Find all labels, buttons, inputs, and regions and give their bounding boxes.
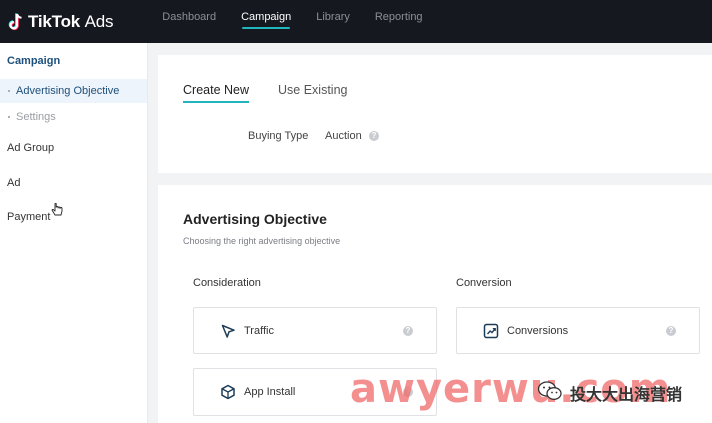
logo-text: TikTok Ads — [28, 12, 113, 32]
section-subtitle: Choosing the right advertising objective — [183, 236, 341, 246]
sidebar-item-payment[interactable]: Payment — [7, 211, 50, 223]
logo-brand: TikTok — [28, 11, 81, 31]
bullet-icon — [8, 90, 10, 92]
wechat-icon — [537, 381, 562, 400]
option-label: Traffic — [244, 325, 274, 337]
bullet-icon — [8, 116, 10, 118]
watermark-account-name: 投大大出海营销 — [570, 385, 683, 404]
objective-option-conversions[interactable]: Conversions ? — [456, 307, 700, 354]
nav-campaign[interactable]: Campaign — [241, 0, 291, 43]
sidebar-item-ad[interactable]: Ad — [7, 177, 20, 189]
main-nav: Dashboard Campaign Library Reporting — [162, 0, 447, 43]
nav-library[interactable]: Library — [316, 0, 350, 43]
group-label-consideration: Consideration — [193, 277, 261, 289]
nav-reporting[interactable]: Reporting — [375, 0, 423, 43]
section-title: Advertising Objective — [183, 211, 327, 227]
cursor-arrow-icon — [221, 324, 235, 338]
app-box-icon — [221, 384, 235, 400]
top-navbar: TikTok Ads Dashboard Campaign Library Re… — [0, 0, 712, 43]
nav-dashboard[interactable]: Dashboard — [162, 0, 216, 43]
sidebar-item-label: Advertising Objective — [16, 85, 120, 97]
tiktok-logo-icon — [8, 12, 22, 30]
sidebar-item-campaign[interactable]: Campaign — [0, 55, 60, 67]
buying-type-value: Auction — [325, 130, 362, 142]
option-label: Conversions — [507, 325, 569, 337]
chart-trend-icon — [483, 323, 499, 339]
help-icon[interactable]: ? — [369, 131, 379, 141]
tab-create-new[interactable]: Create New — [183, 83, 249, 103]
tab-use-existing[interactable]: Use Existing — [278, 83, 347, 102]
sidebar-item-ad-group[interactable]: Ad Group — [7, 142, 54, 154]
sidebar-item-label: Settings — [16, 111, 56, 123]
group-label-conversion: Conversion — [456, 277, 512, 289]
campaign-type-card: Create New Use Existing Buying Type Auct… — [158, 55, 712, 173]
buying-type-label: Buying Type — [248, 130, 309, 142]
option-label: App Install — [244, 386, 296, 398]
logo-suffix: Ads — [84, 11, 114, 31]
sidebar-item-settings[interactable]: Settings — [0, 105, 147, 129]
help-icon[interactable]: ? — [403, 326, 413, 336]
help-icon[interactable]: ? — [666, 326, 676, 336]
sidebar: Campaign Advertising Objective Settings … — [0, 43, 148, 423]
sidebar-item-advertising-objective[interactable]: Advertising Objective — [0, 79, 147, 103]
tiktok-ads-logo[interactable]: TikTok Ads — [8, 12, 113, 32]
objective-option-traffic[interactable]: Traffic ? — [193, 307, 437, 354]
hand-cursor-icon — [51, 203, 63, 216]
